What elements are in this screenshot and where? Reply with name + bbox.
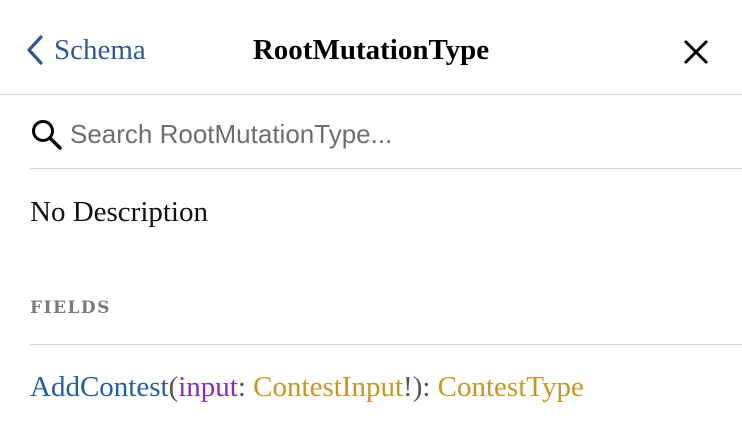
fields-section-title: FIELDS <box>30 298 111 318</box>
close-paren: ): <box>412 371 431 403</box>
search-bar <box>30 106 742 169</box>
close-button[interactable] <box>680 36 712 68</box>
open-paren: ( <box>168 371 179 403</box>
field-name-link[interactable]: AddContest <box>30 371 169 403</box>
arg-colon: : <box>237 371 254 403</box>
section-divider <box>30 344 742 345</box>
return-type-link[interactable]: ContestType <box>438 371 584 403</box>
back-label: Schema <box>54 33 146 66</box>
search-input[interactable] <box>70 118 710 150</box>
chevron-left-icon <box>27 35 43 65</box>
type-description: No Description <box>30 196 208 228</box>
close-icon <box>683 39 709 65</box>
search-icon <box>32 120 62 150</box>
back-to-schema-link[interactable]: Schema <box>26 30 146 70</box>
non-null-marker: ! <box>403 371 413 403</box>
arg-type-link[interactable]: ContestInput <box>253 371 403 403</box>
doc-explorer-header: Schema RootMutationType <box>0 0 742 95</box>
arg-name: input <box>178 371 238 403</box>
return-space <box>430 371 437 403</box>
field-row: AddContest(input: ContestInput!): Contes… <box>30 367 584 407</box>
